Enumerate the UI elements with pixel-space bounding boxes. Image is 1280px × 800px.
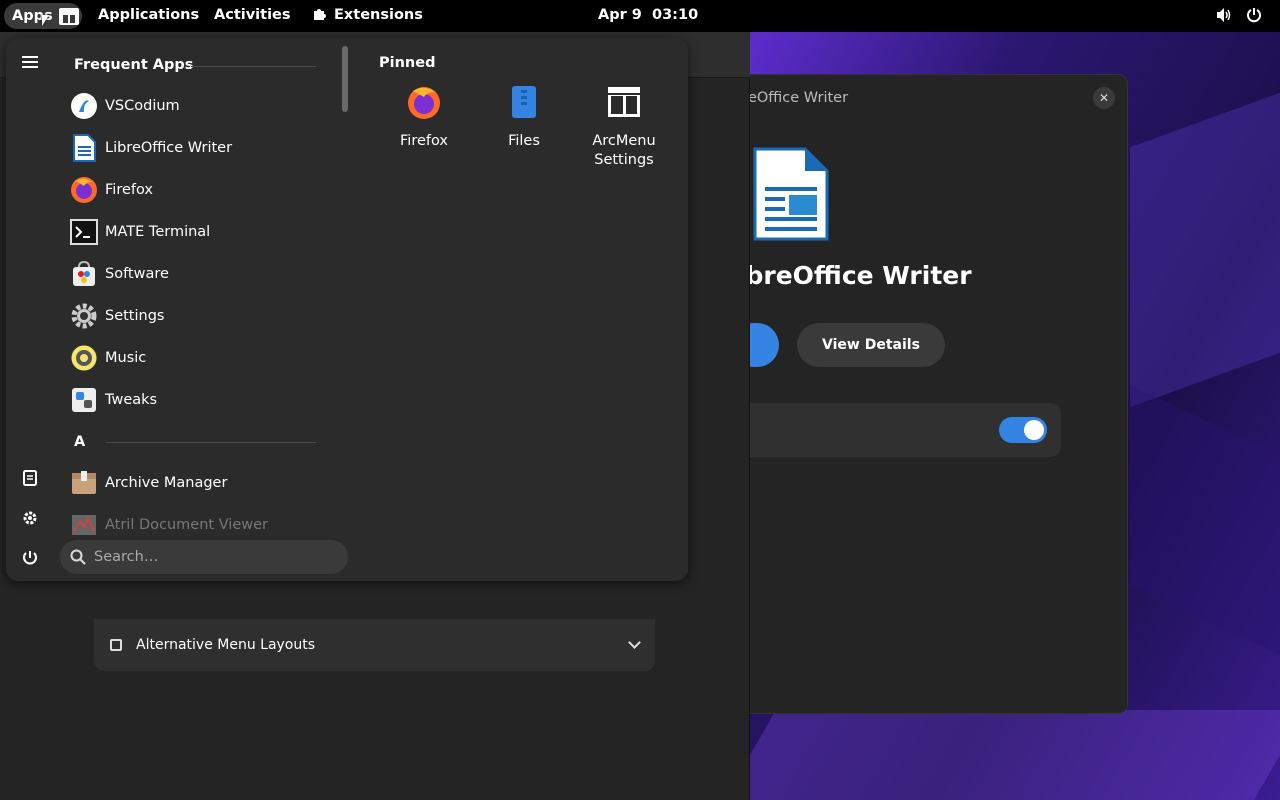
applications-menu[interactable]: Applications: [98, 7, 199, 23]
list-item-vscodium[interactable]: VSCodium: [70, 87, 332, 125]
atril-icon: [72, 515, 96, 535]
music-icon: [70, 344, 98, 372]
list-item-label: Archive Manager: [105, 475, 228, 491]
list-item-atril[interactable]: Atril Document Viewer: [70, 506, 332, 538]
vscodium-icon: [71, 93, 97, 119]
toggle-switch[interactable]: [999, 417, 1047, 443]
pinned-label: ArcMenu: [592, 133, 656, 149]
list-item-label: Tweaks: [105, 392, 158, 408]
date: Apr 9: [598, 7, 642, 23]
list-item-archive-manager[interactable]: Archive Manager: [70, 464, 332, 502]
puzzle-piece-icon: [314, 9, 326, 20]
mouse-cursor: [42, 15, 49, 26]
activities-button[interactable]: Activities: [214, 7, 291, 23]
close-button[interactable]: ✕: [1093, 87, 1115, 109]
list-item-tweaks[interactable]: Tweaks: [70, 381, 332, 419]
row-label: Alternative Menu Layouts: [136, 637, 316, 653]
pinned-label: Files: [508, 133, 540, 149]
power-icon[interactable]: [20, 548, 40, 568]
list-item-mate-terminal[interactable]: MATE Terminal: [70, 213, 332, 251]
tweaks-icon: [72, 388, 96, 412]
arcmenu-icon: [58, 7, 79, 25]
settings-gear-icon: [71, 303, 97, 329]
terminal-icon: [70, 219, 98, 245]
pinned-section-title: Pinned: [379, 55, 436, 71]
list-item-label: VSCodium: [105, 98, 180, 114]
firefox-icon: [408, 87, 440, 119]
list-item-settings[interactable]: Settings: [70, 297, 332, 335]
view-details-button[interactable]: View Details: [797, 323, 945, 367]
libreoffice-writer-icon: [73, 134, 96, 162]
pinned-arcmenu-settings[interactable]: ArcMenu Settings: [579, 84, 669, 170]
time: 03:10: [652, 7, 699, 23]
wallpaper-shape: [1130, 92, 1280, 408]
files-icon: [512, 86, 536, 118]
list-item-label: MATE Terminal: [105, 224, 211, 240]
toggle-knob: [1024, 420, 1044, 440]
section-header: A: [74, 434, 86, 450]
search-input[interactable]: Search…: [60, 540, 348, 574]
power-icon: [1247, 8, 1261, 23]
arcmenu-settings-icon: [608, 87, 640, 117]
system-tray[interactable]: [1216, 7, 1262, 23]
menu-sidebar: [6, 38, 54, 581]
list-item-firefox[interactable]: Firefox: [70, 171, 332, 209]
archive-manager-icon: [72, 471, 96, 494]
wallpaper-shape: [724, 710, 1280, 800]
software-app-window: LibreOffice Writer ✕ LibreOffice Writer …: [700, 74, 1128, 714]
pinned-firefox[interactable]: Firefox: [379, 84, 469, 151]
settings-box: [721, 403, 1061, 457]
volume-icon: [1217, 8, 1231, 22]
software-icon: [73, 260, 95, 286]
app-list: Frequent Apps VSCodium LibreOffice Write…: [62, 38, 342, 538]
list-item-label: Music: [105, 350, 147, 366]
layouts-icon: [110, 639, 122, 651]
firefox-icon: [71, 177, 97, 203]
clock[interactable]: Apr 9 03:10: [598, 7, 698, 23]
pinned-label: Firefox: [400, 133, 448, 149]
section-divider: [191, 66, 316, 67]
alternative-menu-layouts-row[interactable]: Alternative Menu Layouts: [94, 619, 655, 671]
pinned-label: Settings: [594, 152, 654, 168]
libreoffice-writer-large-icon: [753, 147, 829, 241]
list-item-label: Software: [105, 266, 169, 282]
top-bar: Apps Applications Activities Extensions …: [0, 0, 1280, 32]
list-item-label: LibreOffice Writer: [105, 140, 233, 156]
pinned-files[interactable]: Files: [479, 84, 569, 151]
app-name-heading: LibreOffice Writer: [721, 261, 972, 290]
search-icon: [70, 549, 86, 565]
extensions-menu[interactable]: Extensions: [313, 7, 423, 23]
hamburger-menu-icon[interactable]: [22, 56, 38, 68]
list-item-label: Atril Document Viewer: [105, 517, 268, 533]
documents-icon[interactable]: [20, 468, 40, 488]
scrollbar[interactable]: [342, 46, 348, 112]
section-divider: [106, 442, 316, 443]
list-item-libreoffice-writer[interactable]: LibreOffice Writer: [70, 129, 332, 167]
arcmenu-popup: Frequent Apps VSCodium LibreOffice Write…: [6, 38, 688, 581]
extensions-label: Extensions: [334, 7, 423, 23]
list-item-label: Settings: [105, 308, 165, 324]
list-item-software[interactable]: Software: [70, 255, 332, 293]
settings-gear-icon[interactable]: [20, 508, 40, 528]
list-item-music[interactable]: Music: [70, 339, 332, 377]
chevron-down-icon: [628, 636, 641, 649]
search-placeholder: Search…: [94, 549, 159, 565]
list-item-label: Firefox: [105, 182, 153, 198]
section-header: Frequent Apps: [74, 57, 194, 73]
